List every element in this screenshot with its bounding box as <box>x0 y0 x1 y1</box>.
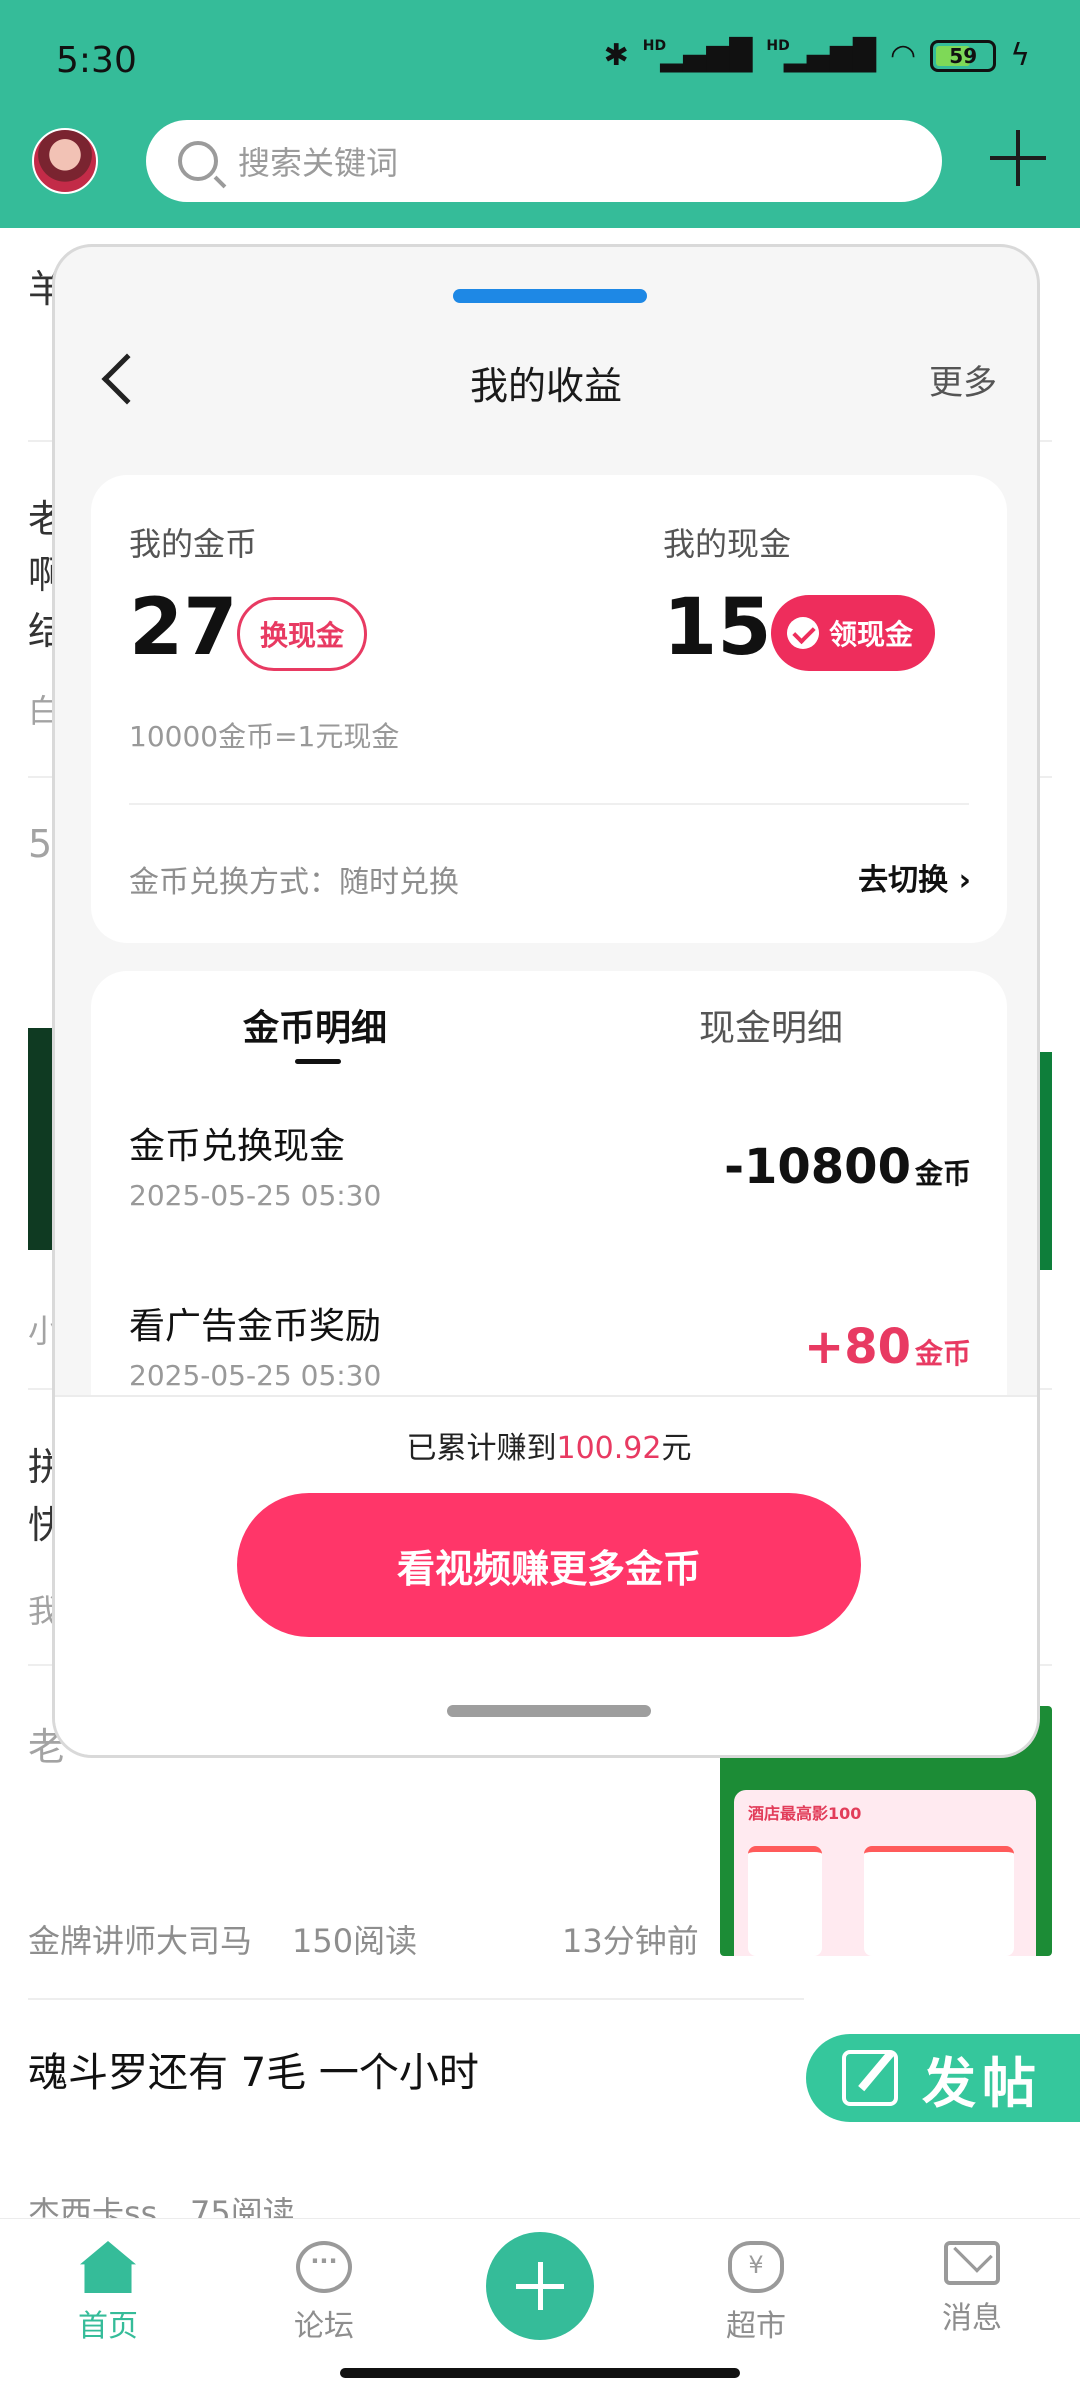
total-prefix: 已累计赚到 <box>406 1431 557 1466</box>
feed-time: 13分钟前 <box>562 1922 699 1960</box>
nav-label: 超市 <box>726 2309 786 2344</box>
wechat-icon <box>787 617 819 649</box>
add-button[interactable] <box>990 130 1046 186</box>
cash-value: 15 <box>663 583 772 673</box>
feed-fragment: 5 <box>28 822 53 866</box>
exchange-cash-label: 换现金 <box>260 619 345 652</box>
mail-icon <box>944 2241 1000 2285</box>
cash-label: 我的现金 <box>663 525 792 563</box>
record-amount-unit: 金币 <box>914 1157 971 1190</box>
record-amount: -10800 金币 <box>724 1139 971 1195</box>
divider <box>28 1998 804 2000</box>
feed-post-title[interactable]: 魂斗罗还有 7毛 一个小时 <box>28 2040 479 2098</box>
exchange-cash-button[interactable]: 换现金 <box>237 597 368 671</box>
balance-card: 我的金币 27 换现金 我的现金 15 领现金 10000金币=1元现金 金币兑… <box>91 475 1007 943</box>
record-title: 看广告金币奖励 <box>129 1306 382 1347</box>
coupon-shape <box>748 1846 822 1956</box>
modal-footer: 已累计赚到100.92元 看视频赚更多金币 <box>55 1395 1037 1755</box>
home-indicator <box>340 2368 740 2378</box>
record-title: 金币兑换现金 <box>129 1126 346 1167</box>
divider <box>129 803 969 805</box>
edit-icon <box>842 2050 898 2106</box>
exchange-mode: 金币兑换方式：随时兑换 <box>129 865 459 900</box>
drag-handle[interactable] <box>453 289 647 303</box>
bluetooth-icon: ✱ <box>603 38 629 73</box>
nav-home[interactable]: 首页 <box>38 2241 178 2345</box>
nav-label: 消息 <box>942 2301 1002 2336</box>
nav-label: 首页 <box>78 2309 138 2344</box>
exchange-rate: 10000金币=1元现金 <box>129 720 400 753</box>
record-amount: +80 金币 <box>804 1319 971 1375</box>
top-header: 5:30 ✱ HD▂▄▆█ HD▂▄▆█ ◠ 59 ϟ 搜索关键词 <box>0 0 1080 228</box>
home-icon <box>80 2241 136 2293</box>
modal-title: 我的收益 <box>469 364 622 408</box>
record-amount-value: -10800 <box>724 1139 911 1195</box>
nav-market[interactable]: 超市 <box>686 2241 826 2345</box>
feed-author: 金牌讲师大司马 <box>28 1922 253 1960</box>
coupon-shape <box>864 1846 1014 1956</box>
coins-label: 我的金币 <box>129 525 258 563</box>
status-icons: ✱ HD▂▄▆█ HD▂▄▆█ ◠ 59 ϟ <box>604 38 1030 73</box>
battery-icon: 59 <box>930 39 997 72</box>
total-earned: 已累计赚到100.92元 <box>55 1423 1037 1467</box>
coins-value: 27 <box>129 583 238 673</box>
chevron-right-icon: › <box>958 863 971 898</box>
ad-text: 酒店最高影100 <box>748 1804 862 1823</box>
search-input[interactable]: 搜索关键词 <box>146 120 942 202</box>
nav-forum[interactable]: 论坛 <box>254 2241 394 2345</box>
claim-cash-label: 领现金 <box>829 618 914 651</box>
avatar[interactable] <box>32 128 98 194</box>
record-amount-value: +80 <box>803 1319 911 1375</box>
charging-icon: ϟ <box>1010 38 1030 73</box>
nav-messages[interactable]: 消息 <box>902 2241 1042 2337</box>
feed-reads: 150阅读 <box>292 1922 418 1960</box>
search-placeholder: 搜索关键词 <box>238 144 399 182</box>
status-time: 5:30 <box>56 40 137 81</box>
wifi-icon: ◠ <box>890 38 917 73</box>
post-button-label: 发帖 <box>922 2051 1042 2115</box>
total-amount: 100.92 <box>556 1431 662 1466</box>
signal-icon: HD▂▄▆█ <box>642 38 753 73</box>
claim-cash-button[interactable]: 领现金 <box>771 595 936 671</box>
record-amount-unit: 金币 <box>914 1337 971 1370</box>
record-date: 2025-05-25 05:30 <box>129 1359 382 1392</box>
tab-cash-details[interactable]: 现金明细 <box>699 999 843 1051</box>
earn-button-label: 看视频赚更多金币 <box>396 1546 701 1591</box>
ad-card: 酒店最高影100 <box>734 1790 1036 1956</box>
more-link[interactable]: 更多 <box>929 355 997 404</box>
create-post-button[interactable] <box>486 2232 594 2340</box>
switch-mode-link[interactable]: 去切换 › <box>858 855 971 899</box>
tab-coin-details[interactable]: 金币明细 <box>243 999 387 1051</box>
forum-icon <box>296 2241 352 2293</box>
nav-label: 论坛 <box>294 2309 354 2344</box>
search-icon <box>178 141 218 181</box>
watch-video-earn-button[interactable]: 看视频赚更多金币 <box>237 1493 861 1637</box>
money-bag-icon <box>728 2241 784 2293</box>
post-button[interactable]: 发帖 <box>806 2034 1080 2122</box>
switch-mode-label: 去切换 <box>858 863 949 898</box>
tab-underline <box>295 1059 341 1064</box>
record-date: 2025-05-25 05:30 <box>129 1179 382 1212</box>
total-suffix: 元 <box>661 1431 692 1466</box>
modal-bottom-handle <box>447 1705 651 1717</box>
signal-icon: HD▂▄▆█ <box>766 38 877 73</box>
earnings-modal: 我的收益 更多 我的金币 27 换现金 我的现金 15 领现金 10000金币=… <box>52 244 1040 1758</box>
